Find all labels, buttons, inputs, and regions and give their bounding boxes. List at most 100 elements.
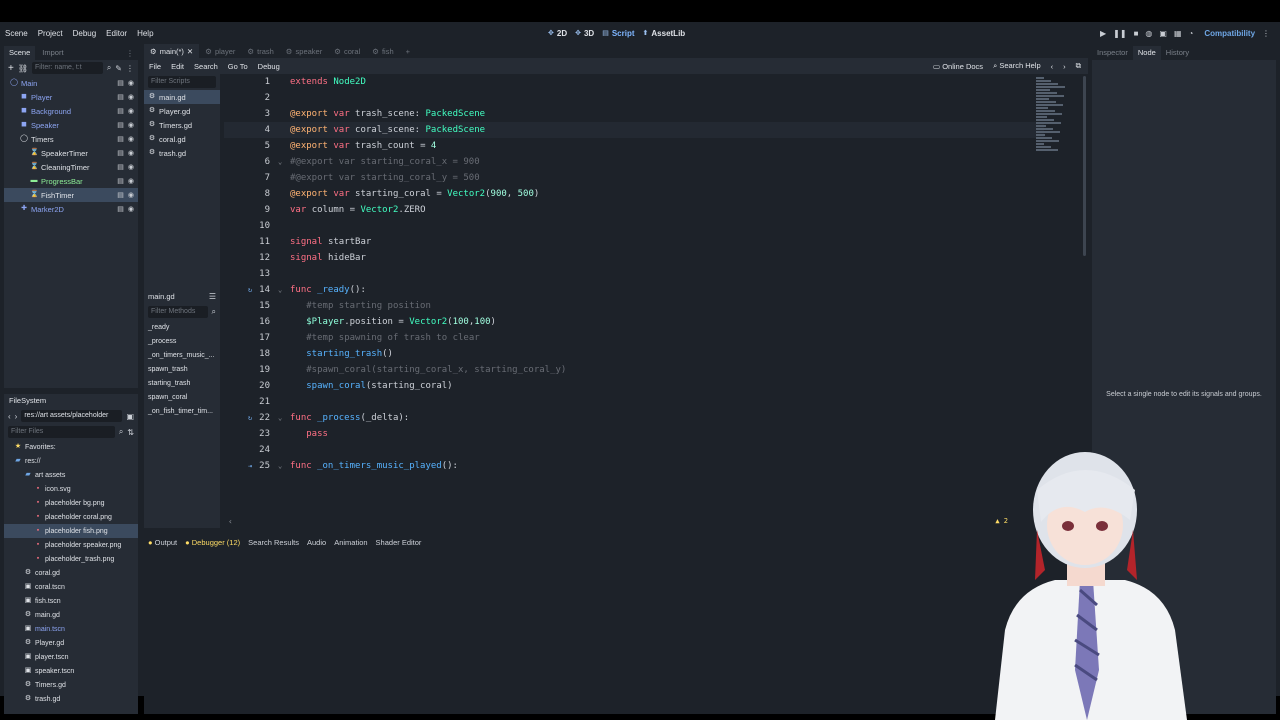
play-scene-icon[interactable]: ▣ <box>1159 29 1167 38</box>
code-line[interactable]: 20 spawn_coral(starting_coral) <box>224 378 1044 394</box>
renderer-select[interactable]: Compatibility <box>1204 29 1255 38</box>
menu-debug[interactable]: Debug <box>253 62 285 71</box>
menu-help[interactable]: Help <box>132 29 158 38</box>
toggle-scripts-icon[interactable]: ‹ <box>228 517 233 526</box>
code-line[interactable]: 17 #temp spawning of trash to clear <box>224 330 1044 346</box>
tab-scene[interactable]: Scene <box>4 46 36 60</box>
file-filter-input[interactable]: Filter Files <box>8 426 115 438</box>
file-item[interactable]: ▪ placeholder coral.png <box>4 510 138 524</box>
file-item[interactable]: ▪ placeholder_trash.png <box>4 552 138 566</box>
visibility-icon[interactable]: ◉ <box>128 135 134 143</box>
code-line[interactable]: 25 ⇥ ⌄ func _on_timers_music_played(): <box>224 458 1044 474</box>
menu-project[interactable]: Project <box>33 29 68 38</box>
more-icon[interactable]: ⋮ <box>1262 29 1270 38</box>
code-line[interactable]: 15 #temp starting position <box>224 298 1044 314</box>
2d-button[interactable]: ✥ 2D <box>548 29 567 38</box>
link-icon[interactable]: ⛓ <box>18 64 28 73</box>
code-line[interactable]: 11 signal startBar <box>224 234 1044 250</box>
search-icon[interactable]: ⌕ <box>119 427 123 437</box>
scene-node[interactable]: ▬ ProgressBar ▤ ◉ <box>4 174 138 188</box>
menu-editor[interactable]: Editor <box>101 29 132 38</box>
3d-button[interactable]: ✥ 3D <box>575 29 594 38</box>
script-tab[interactable]: ⚙ speaker <box>280 44 328 58</box>
method-item[interactable]: _process <box>144 334 220 348</box>
back-icon[interactable]: ‹ <box>8 412 11 421</box>
connection-icon[interactable]: ⇥ <box>248 462 252 470</box>
script-icon[interactable]: ▤ <box>117 149 124 157</box>
history-back-icon[interactable]: ‹ <box>1046 62 1059 71</box>
scene-node[interactable]: ⌛ SpeakerTimer ▤ ◉ <box>4 146 138 160</box>
sort-icon[interactable]: ⇅ <box>127 428 134 437</box>
scene-node[interactable]: ◼ Player ▤ ◉ <box>4 90 138 104</box>
scene-node[interactable]: ⌛ CleaningTimer ▤ ◉ <box>4 160 138 174</box>
file-item[interactable]: ▣ fish.tscn <box>4 594 138 608</box>
tab-filesystem[interactable]: FileSystem <box>4 394 52 408</box>
tab-node[interactable]: Node <box>1132 46 1161 60</box>
menu-search[interactable]: Search <box>189 62 223 71</box>
script-tab[interactable]: ⚙ main(*) ✕ <box>144 44 200 58</box>
file-item[interactable]: ▪ placeholder fish.png <box>4 524 138 538</box>
fold-arrow-icon[interactable]: ⌄ <box>278 286 282 294</box>
assetlib-button[interactable]: ⬆ AssetLib <box>643 29 686 38</box>
remote-debug-icon[interactable]: ◍ <box>1145 29 1152 38</box>
visibility-icon[interactable]: ◉ <box>128 149 134 157</box>
code-line[interactable]: 16 $Player.position = Vector2(100,100) <box>224 314 1044 330</box>
visibility-icon[interactable]: ◉ <box>128 79 134 87</box>
code-line[interactable]: 18 starting_trash() <box>224 346 1044 362</box>
script-list-item[interactable]: ⚙ Timers.gd <box>144 118 220 132</box>
minimap[interactable] <box>1036 76 1072 156</box>
tab-debugger[interactable]: ● Debugger (12) <box>181 538 244 547</box>
fold-arrow-icon[interactable]: ⌄ <box>278 462 282 470</box>
script-tab[interactable]: ⚙ fish <box>366 44 399 58</box>
file-item[interactable]: ⚙ Player.gd <box>4 636 138 650</box>
script-icon[interactable]: ▤ <box>117 93 124 101</box>
script-icon[interactable]: ▤ <box>117 163 124 171</box>
file-item[interactable]: ▪ icon.svg <box>4 482 138 496</box>
script-list-item[interactable]: ⚙ trash.gd <box>144 146 220 160</box>
float-icon[interactable]: ⧉ <box>1071 61 1086 71</box>
script-list-item[interactable]: ⚙ coral.gd <box>144 132 220 146</box>
code-line[interactable]: 3 @export var trash_scene: PackedScene <box>224 106 1044 122</box>
file-item[interactable]: ▣ player.tscn <box>4 650 138 664</box>
menu-debug[interactable]: Debug <box>68 29 102 38</box>
tab-audio[interactable]: Audio <box>303 538 330 547</box>
sort-icon[interactable]: ☰ <box>209 292 216 301</box>
scene-filter-input[interactable]: Filter: name, t:t <box>32 62 103 74</box>
tab-inspector[interactable]: Inspector <box>1092 46 1133 60</box>
script-tab[interactable]: ⚙ coral <box>328 44 366 58</box>
connection-icon[interactable]: ↻ <box>248 286 252 294</box>
code-editor[interactable]: 1 extends Node2D 2 3 @export var trash_scene… <box>224 74 1088 528</box>
script-tab[interactable]: ⚙ trash <box>241 44 279 58</box>
script-list-item[interactable]: ⚙ Player.gd <box>144 104 220 118</box>
file-item[interactable]: ⚙ coral.gd <box>4 566 138 580</box>
code-line[interactable]: 7 #@export var starting_coral_y = 500 <box>224 170 1044 186</box>
file-item[interactable]: ⚙ trash.gd <box>4 692 138 706</box>
script-icon[interactable]: ▤ <box>117 177 124 185</box>
play-custom-icon[interactable]: ▦ <box>1174 29 1182 38</box>
method-item[interactable]: spawn_trash <box>144 362 220 376</box>
script-icon[interactable]: ▤ <box>117 135 124 143</box>
code-line[interactable]: 2 <box>224 90 1044 106</box>
visibility-icon[interactable]: ◉ <box>128 177 134 185</box>
scene-node[interactable]: ⌛ FishTimer ▤ ◉ <box>4 188 138 202</box>
tab-shader-editor[interactable]: Shader Editor <box>372 538 426 547</box>
script-tab[interactable]: ⚙ player <box>199 44 241 58</box>
vertical-scrollbar[interactable] <box>1083 76 1086 256</box>
visibility-icon[interactable]: ◉ <box>128 93 134 101</box>
menu-file[interactable]: File <box>144 62 166 71</box>
script-icon[interactable]: ▤ <box>117 107 124 115</box>
code-line[interactable]: 14 ↻ ⌄ func _ready(): <box>224 282 1044 298</box>
file-item[interactable]: ⚙ main.gd <box>4 608 138 622</box>
tab-output[interactable]: ● Output <box>144 538 181 547</box>
code-line[interactable]: 5 @export var trash_count = 4 <box>224 138 1044 154</box>
code-line[interactable]: 1 extends Node2D <box>224 74 1044 90</box>
script-icon[interactable]: ▤ <box>117 205 124 213</box>
add-node-icon[interactable]: + <box>8 63 14 74</box>
connection-icon[interactable]: ↻ <box>248 414 252 422</box>
script-filter-input[interactable]: Filter Scripts <box>148 76 216 88</box>
scene-node[interactable]: ◯ Timers ▤ ◉ <box>4 132 138 146</box>
menu-goto[interactable]: Go To <box>223 62 253 71</box>
file-item[interactable]: ⚙ Timers.gd <box>4 678 138 692</box>
scene-node[interactable]: ◯ Main ▤ ◉ <box>4 76 138 90</box>
file-item[interactable]: ▣ speaker.tscn <box>4 664 138 678</box>
